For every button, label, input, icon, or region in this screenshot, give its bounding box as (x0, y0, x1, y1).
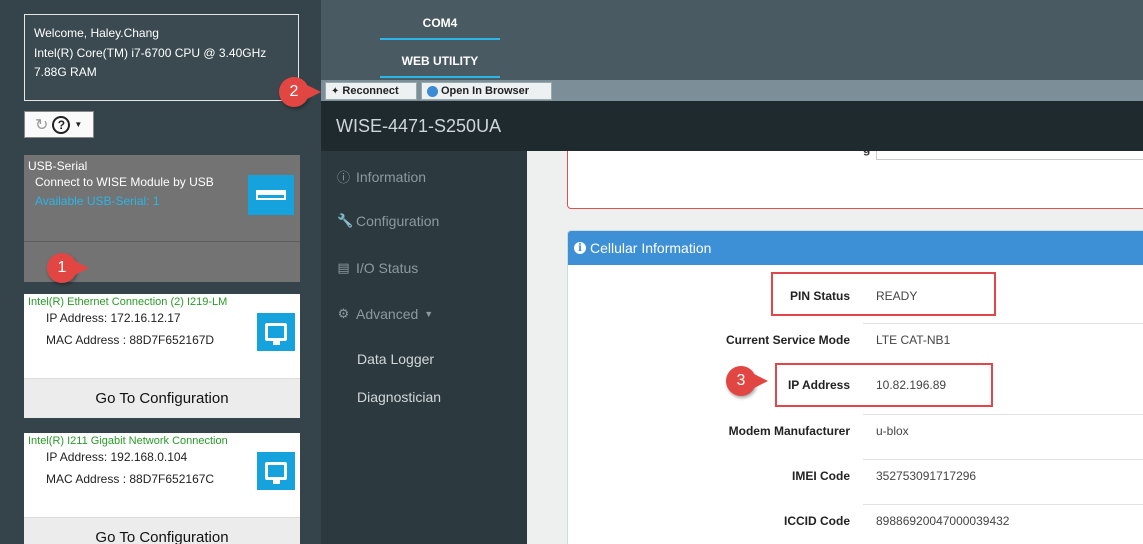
usb-available: Available USB-Serial: 1 (35, 194, 160, 208)
mac-address-text: MAC Address : 88D7F652167D (46, 333, 215, 347)
previous-input[interactable] (876, 151, 1143, 160)
adapter-name: Intel(R) Ethernet Connection (2) I219-LM (28, 296, 228, 308)
ram-text: 7.88G RAM (34, 65, 97, 79)
step-badge-3: 3 (726, 366, 768, 396)
info-icon: i (574, 242, 586, 254)
go-to-configuration-button[interactable]: Go To Configuration (24, 517, 300, 544)
adapter-name: Intel(R) I211 Gigabit Network Connection (28, 435, 228, 447)
modem-manufacturer-row: Modem Manufacturer u-blox (568, 414, 1143, 442)
gears-icon: ⚙ (337, 306, 350, 321)
nav-label: Information (356, 168, 427, 185)
field-value: 352753091717296 (876, 469, 977, 483)
side-nav: ⓘ Information 🔧 Configuration ▤ I/O Stat… (321, 151, 527, 544)
field-label: ICCID Code (784, 514, 850, 528)
field-label: IMEI Code (791, 469, 850, 483)
go-to-configuration-button[interactable]: Go To Configuration (24, 378, 300, 418)
tab-underline (380, 76, 500, 78)
reconnect-label: Reconnect (342, 85, 399, 97)
tab-bar: COM4 WEB UTILITY (321, 0, 1143, 80)
system-info: Welcome, Haley.Chang Intel(R) Core(TM) i… (24, 14, 299, 101)
welcome-text: Welcome, Haley.Chang (34, 26, 159, 40)
reconnect-button[interactable]: ✦ Reconnect (325, 82, 417, 100)
step-badge-2: 2 (279, 77, 321, 107)
ip-address-text: IP Address: 172.16.12.17 (46, 311, 181, 325)
nav-configuration[interactable]: 🔧 Configuration (337, 213, 439, 229)
wrench-icon: 🔧 (337, 213, 354, 228)
refresh-icon[interactable]: ↻ (35, 115, 48, 135)
label-fragment: g (863, 151, 870, 156)
divider (24, 241, 300, 242)
usb-title: USB-Serial (28, 159, 88, 173)
nav-label: Advanced (356, 306, 419, 322)
chevron-down-icon[interactable]: ▼ (74, 120, 82, 129)
reconnect-icon: ✦ (331, 85, 340, 97)
mac-address-text: MAC Address : 88D7F652167C (46, 472, 215, 486)
nav-advanced[interactable]: ⚙ Advanced ▼ (337, 306, 434, 322)
device-header: WISE-4471-S250UA (321, 101, 1143, 151)
field-value: LTE CAT-NB1 (876, 333, 951, 347)
field-label: Modem Manufacturer (728, 424, 850, 438)
highlight-ip-address (775, 363, 993, 407)
field-value: u-blox (876, 424, 909, 438)
tab-com4[interactable]: COM4 (380, 16, 500, 30)
previous-panel: g (567, 151, 1143, 209)
cellular-header: i Cellular Information (568, 231, 1143, 265)
nav-diagnostician[interactable]: Diagnostician (357, 389, 441, 405)
help-icon[interactable]: ? (52, 115, 71, 134)
device-name: WISE-4471-S250UA (336, 116, 502, 136)
caret-down-icon: ▼ (424, 309, 434, 319)
cpu-text: Intel(R) Core(TM) i7-6700 CPU @ 3.40GHz (34, 45, 267, 60)
nav-io-status[interactable]: ▤ I/O Status (337, 260, 418, 276)
open-browser-label: Open In Browser (441, 85, 530, 97)
iccid-row: ICCID Code 89886920047000039432 (568, 504, 1143, 532)
app-window: Welcome, Haley.Chang Intel(R) Core(TM) i… (0, 0, 1143, 544)
open-in-browser-button[interactable]: Open In Browser (421, 82, 552, 100)
nav-data-logger[interactable]: Data Logger (357, 351, 434, 367)
main-content: g i Cellular Information PIN Status READ… (527, 151, 1143, 544)
bar-chart-icon: ▤ (337, 260, 350, 275)
tab-underline (380, 38, 500, 40)
field-value: 89886920047000039432 (876, 514, 1010, 528)
nav-information[interactable]: ⓘ Information (337, 167, 426, 186)
imei-row: IMEI Code 352753091717296 (568, 459, 1143, 487)
service-mode-row: Current Service Mode LTE CAT-NB1 (568, 323, 1143, 351)
cellular-title: Cellular Information (590, 240, 712, 256)
tab-web-utility[interactable]: WEB UTILITY (380, 54, 500, 68)
highlight-pin-status (771, 272, 996, 316)
toolbar: ✦ Reconnect Open In Browser (321, 80, 1143, 101)
nav-label: Configuration (356, 213, 440, 229)
usb-subtitle: Connect to WISE Module by USB (35, 175, 214, 189)
monitor-icon (257, 452, 295, 490)
globe-icon (427, 85, 438, 97)
step-badge-1: 1 (47, 253, 89, 283)
usb-icon (248, 175, 294, 215)
field-label: Current Service Mode (725, 333, 850, 347)
monitor-icon (257, 313, 295, 351)
network-card: Intel(R) Ethernet Connection (2) I219-LM… (24, 294, 300, 418)
nav-label: I/O Status (356, 260, 419, 276)
tools-bar: ↻ ? ▼ (24, 111, 94, 138)
ip-address-text: IP Address: 192.168.0.104 (46, 450, 188, 464)
info-icon: ⓘ (337, 170, 351, 185)
network-card: Intel(R) I211 Gigabit Network Connection… (24, 433, 300, 544)
